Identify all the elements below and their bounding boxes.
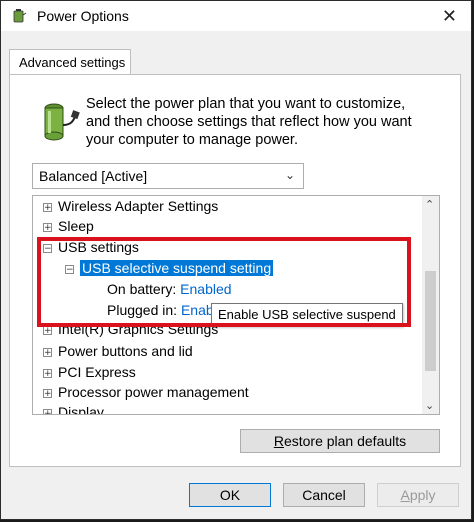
restore-plan-defaults-button[interactable]: Restore plan defaults bbox=[240, 429, 440, 453]
tree-item-display[interactable]: + Display bbox=[43, 404, 104, 415]
tooltip: Enable USB selective suspend bbox=[211, 303, 403, 327]
tab-label: Advanced settings bbox=[19, 55, 126, 70]
expand-plus-icon[interactable]: + bbox=[43, 408, 52, 414]
scroll-down-icon[interactable]: ⌄ bbox=[425, 399, 434, 412]
plan-select-value: Balanced [Active] bbox=[39, 168, 148, 184]
apply-button-mnemonic: A bbox=[400, 487, 410, 503]
power-options-icon bbox=[13, 9, 27, 23]
setting-label: On battery: bbox=[107, 281, 177, 297]
window-title: Power Options bbox=[37, 8, 129, 24]
tree-item-label: PCI Express bbox=[58, 364, 136, 380]
tree-item-label: Display bbox=[58, 404, 104, 415]
tree-item-label: Sleep bbox=[58, 218, 94, 234]
tree-item-power-buttons[interactable]: + Power buttons and lid bbox=[43, 343, 193, 363]
tab-advanced-settings[interactable]: Advanced settings bbox=[9, 49, 131, 75]
close-icon[interactable]: ✕ bbox=[442, 6, 457, 27]
battery-plug-icon bbox=[44, 103, 80, 141]
tree-scrollbar[interactable]: ⌃ ⌄ bbox=[422, 196, 439, 414]
tree-item-usb-settings[interactable]: − USB settings bbox=[43, 239, 139, 259]
setting-on-battery[interactable]: On battery: Enabled bbox=[107, 281, 232, 301]
tree-item-wireless-adapter[interactable]: + Wireless Adapter Settings bbox=[43, 198, 218, 218]
collapse-minus-icon[interactable]: − bbox=[43, 243, 52, 253]
expand-plus-icon[interactable]: + bbox=[43, 325, 52, 335]
tree-item-sleep[interactable]: + Sleep bbox=[43, 218, 94, 238]
expand-plus-icon[interactable]: + bbox=[43, 202, 52, 212]
tree-item-processor-power[interactable]: + Processor power management bbox=[43, 384, 249, 404]
title-bar: Power Options ✕ bbox=[1, 1, 471, 31]
collapse-minus-icon[interactable]: − bbox=[65, 264, 74, 274]
tree-item-label: Intel(R) Graphics Settings bbox=[58, 321, 219, 337]
tree-item-intel-graphics[interactable]: + Intel(R) Graphics Settings bbox=[43, 321, 218, 341]
apply-button-label: pply bbox=[409, 487, 436, 503]
expand-plus-icon[interactable]: + bbox=[43, 388, 52, 398]
scrollbar-thumb[interactable] bbox=[425, 271, 436, 371]
plugged-in-value-link[interactable]: Enab bbox=[181, 302, 214, 318]
tree-item-label: Power buttons and lid bbox=[58, 343, 193, 359]
tree-item-usb-selective-suspend[interactable]: − USB selective suspend setting bbox=[65, 260, 274, 280]
chevron-down-icon: ⌄ bbox=[284, 168, 295, 182]
tree-item-pci-express[interactable]: + PCI Express bbox=[43, 364, 136, 384]
tree-item-label: Wireless Adapter Settings bbox=[58, 198, 219, 214]
on-battery-value-link[interactable]: Enabled bbox=[180, 281, 231, 297]
restore-button-label: estore plan defaults bbox=[283, 433, 407, 449]
restore-button-mnemonic: R bbox=[273, 433, 284, 449]
tree-item-label-selected: USB selective suspend setting bbox=[80, 260, 274, 276]
tree-item-label: USB settings bbox=[58, 239, 139, 255]
setting-label: Plugged in: bbox=[107, 302, 178, 318]
expand-plus-icon[interactable]: + bbox=[43, 368, 52, 378]
power-options-window: Power Options ✕ Advanced settings Select… bbox=[0, 0, 472, 520]
tree-item-label: Processor power management bbox=[58, 384, 249, 400]
expand-plus-icon[interactable]: + bbox=[43, 347, 52, 357]
scroll-up-icon[interactable]: ⌃ bbox=[425, 198, 434, 211]
ok-button[interactable]: OK bbox=[189, 483, 271, 507]
description-text: Select the power plan that you want to c… bbox=[86, 96, 412, 148]
expand-plus-icon[interactable]: + bbox=[43, 222, 52, 232]
cancel-button[interactable]: Cancel bbox=[283, 483, 365, 507]
advanced-settings-panel: Select the power plan that you want to c… bbox=[9, 74, 461, 467]
power-plan-dropdown[interactable]: Balanced [Active] ⌄ bbox=[32, 163, 304, 189]
apply-button[interactable]: Apply bbox=[377, 483, 459, 507]
setting-plugged-in[interactable]: Plugged in: Enab bbox=[107, 302, 214, 322]
